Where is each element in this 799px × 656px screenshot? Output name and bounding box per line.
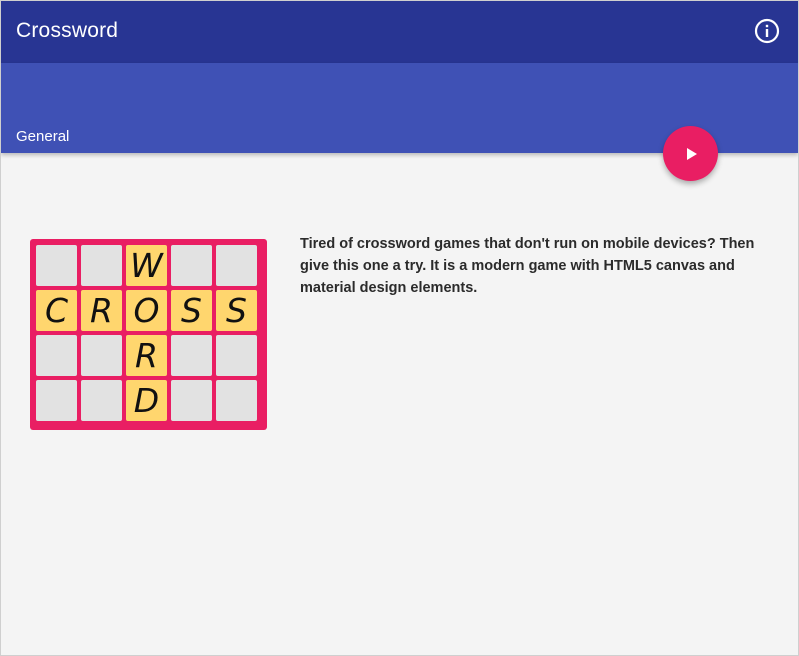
board-tile-letter: S	[171, 290, 212, 331]
app-title: Crossword	[16, 19, 119, 42]
board-tile-letter: C	[36, 290, 77, 331]
board-tile-empty	[81, 245, 122, 286]
crossword-logo: WCROSSRD	[30, 239, 267, 430]
board-tile-letter: D	[126, 380, 167, 421]
info-icon	[754, 18, 780, 44]
app-window: Crossword General WCROSSRD Tired of cros…	[0, 0, 799, 656]
board-tile-empty	[81, 335, 122, 376]
board-tile-empty	[216, 335, 257, 376]
section-label: General	[16, 128, 70, 145]
top-app-bar: Crossword	[1, 1, 798, 63]
board-tile-empty	[36, 380, 77, 421]
board-tile-letter: R	[81, 290, 122, 331]
board-tile-letter: S	[216, 290, 257, 331]
board-tile-letter: W	[126, 245, 167, 286]
board-tile-empty	[216, 245, 257, 286]
board-tile-empty	[81, 380, 122, 421]
play-icon	[686, 147, 697, 160]
board-tile-empty	[171, 245, 212, 286]
board-tile-empty	[171, 335, 212, 376]
board-tile-letter: R	[126, 335, 167, 376]
board-tile-empty	[216, 380, 257, 421]
play-button[interactable]	[663, 126, 718, 181]
board-tile-empty	[171, 380, 212, 421]
board-tile-letter: O	[126, 290, 167, 331]
board-tile-empty	[36, 245, 77, 286]
game-description: Tired of crossword games that don't run …	[300, 236, 755, 296]
info-button[interactable]	[754, 18, 780, 44]
board-tile-empty	[36, 335, 77, 376]
